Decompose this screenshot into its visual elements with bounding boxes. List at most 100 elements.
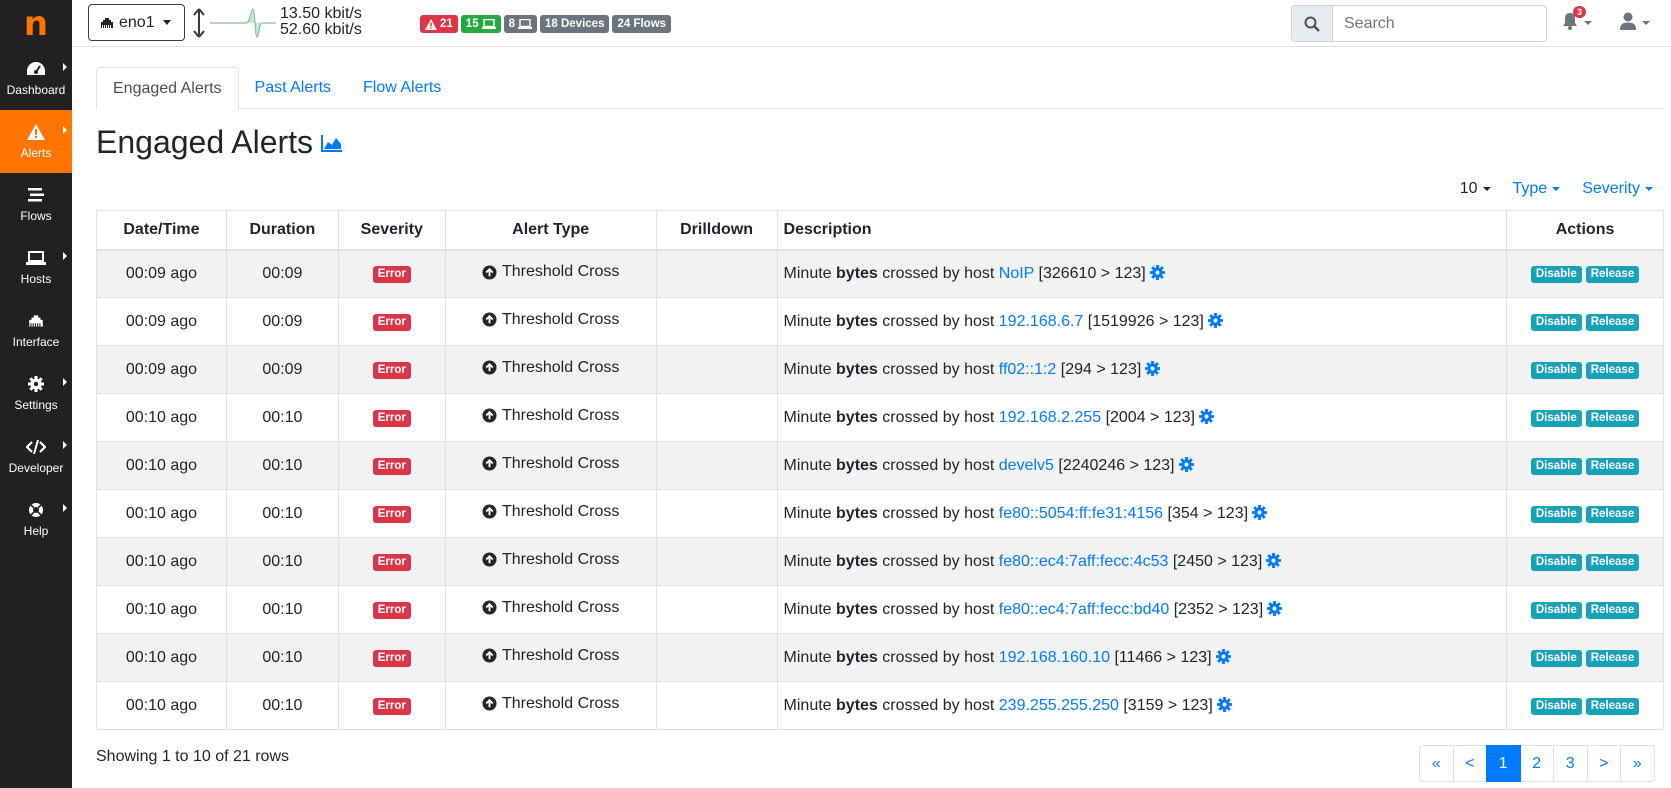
alerts-badge[interactable]: 21 [420, 15, 458, 33]
sidebar-item-label: Alerts [20, 146, 52, 160]
column-header-drilldown[interactable]: Drilldown [655, 210, 778, 251]
host-link[interactable]: ff02::1:2 [999, 361, 1057, 378]
actions-cell: Disable Release [1506, 585, 1664, 634]
column-header-datetime[interactable]: Date/Time [96, 210, 227, 251]
host-link[interactable]: fe80::ec4:7aff:fecc:bd40 [999, 601, 1170, 618]
next-page-button[interactable]: > [1586, 745, 1621, 782]
disable-button[interactable]: Disable [1530, 266, 1582, 284]
gear-icon[interactable] [1266, 552, 1282, 568]
disable-button[interactable]: Disable [1530, 698, 1582, 715]
host-link[interactable]: 239.255.255.250 [999, 697, 1119, 714]
sidebar-item-hosts[interactable]: Hosts [0, 236, 72, 299]
last-page-button[interactable]: » [1620, 745, 1655, 782]
table-row: 00:10 ago 00:10 Error Threshold Cross Minute… [96, 441, 1664, 490]
page-2-button[interactable]: 2 [1519, 745, 1554, 782]
disable-button[interactable]: Disable [1530, 410, 1582, 427]
gear-icon[interactable] [1149, 264, 1165, 280]
page-1-button[interactable]: 1 [1486, 745, 1521, 782]
host-link[interactable]: 192.168.160.10 [999, 649, 1110, 666]
prev-page-button[interactable]: < [1452, 745, 1487, 782]
gear-icon[interactable] [1145, 360, 1161, 376]
table-row: 00:09 ago 00:09 Error Threshold Cross Minute… [96, 345, 1664, 394]
datetime-cell: 00:09 ago [96, 345, 227, 394]
host-link[interactable]: develv5 [999, 457, 1054, 474]
status-badges: 21 15 8 18 Devices 24 Flows [420, 15, 672, 33]
sidebar-item-help[interactable]: Help [0, 488, 72, 551]
sidebar-item-interface[interactable]: Interface [0, 299, 72, 362]
release-button[interactable]: Release [1585, 314, 1640, 331]
release-button[interactable]: Release [1585, 602, 1640, 619]
threshold-value: [2352 > 123] [1173, 600, 1264, 618]
devices-badge[interactable]: 18 Devices [540, 15, 610, 33]
severity-badge: Error [372, 266, 411, 284]
gear-icon[interactable] [1216, 696, 1232, 712]
page-size-dropdown[interactable]: 10 [1460, 180, 1491, 198]
sidebar-item-settings[interactable]: Settings [0, 362, 72, 425]
release-button[interactable]: Release [1585, 266, 1640, 284]
severity-filter-dropdown[interactable]: Severity [1582, 180, 1653, 198]
drilldown-cell [655, 393, 778, 442]
user-icon[interactable] [1619, 12, 1637, 30]
sidebar-item-dashboard[interactable]: Dashboard [0, 47, 72, 110]
release-button[interactable]: Release [1585, 458, 1640, 475]
disable-button[interactable]: Disable [1530, 314, 1582, 331]
severity-cell: Error [337, 585, 446, 634]
gear-icon[interactable] [1207, 312, 1223, 328]
disable-button[interactable]: Disable [1530, 362, 1582, 379]
severity-badge: Error [372, 506, 411, 523]
column-header-alert-type[interactable]: Alert Type [444, 210, 657, 251]
host-link[interactable]: 192.168.6.7 [999, 313, 1084, 330]
area-chart-icon[interactable] [321, 134, 343, 152]
release-button[interactable]: Release [1585, 650, 1640, 667]
tab-engaged-alerts[interactable]: Engaged Alerts [96, 67, 239, 110]
gear-icon[interactable] [1267, 600, 1283, 616]
release-button[interactable]: Release [1585, 506, 1640, 523]
description-cell: Minute bytes crossed by host fe80::ec4:7… [776, 537, 1508, 586]
sidebar-item-alerts[interactable]: Alerts [0, 110, 72, 173]
alert-tabs: Engaged Alerts Past Alerts Flow Alerts [96, 67, 1664, 110]
topbar: eno1 13.50 kbit/s 52.60 kbit/s 21 15 8 1… [72, 0, 1671, 47]
release-button[interactable]: Release [1585, 554, 1640, 571]
first-page-button[interactable]: « [1419, 745, 1454, 782]
interface-selector[interactable]: eno1 [88, 4, 185, 41]
description-cell: Minute bytes crossed by host 192.168.2.2… [776, 393, 1508, 442]
arrow-circle-up-icon [482, 360, 497, 375]
release-button[interactable]: Release [1585, 410, 1640, 427]
column-header-severity[interactable]: Severity [337, 210, 446, 251]
gear-icon[interactable] [1198, 408, 1214, 424]
host-link[interactable]: NoIP [999, 265, 1034, 282]
ethernet-icon [101, 17, 113, 28]
gear-icon[interactable] [1178, 456, 1194, 472]
disable-button[interactable]: Disable [1530, 602, 1582, 619]
release-button[interactable]: Release [1585, 362, 1640, 379]
disable-button[interactable]: Disable [1530, 554, 1582, 571]
tab-flow-alerts[interactable]: Flow Alerts [347, 67, 457, 109]
column-header-duration[interactable]: Duration [225, 210, 339, 251]
ntopng-logo[interactable]: n [0, 0, 72, 47]
remote-hosts-badge[interactable]: 8 [503, 15, 537, 33]
tab-past-alerts[interactable]: Past Alerts [239, 67, 347, 109]
sidebar-item-developer[interactable]: Developer [0, 425, 72, 488]
host-link[interactable]: fe80::ec4:7aff:fecc:4c53 [999, 553, 1169, 570]
search-icon [1304, 16, 1320, 32]
search-input[interactable] [1332, 5, 1547, 42]
gear-icon[interactable] [1215, 648, 1231, 664]
page-3-button[interactable]: 3 [1553, 745, 1588, 782]
duration-cell: 00:09 [225, 249, 339, 298]
flows-badge[interactable]: 24 Flows [612, 15, 672, 33]
host-link[interactable]: fe80::5054:ff:fe31:4156 [999, 505, 1163, 522]
release-button[interactable]: Release [1585, 698, 1640, 715]
search-button[interactable] [1291, 5, 1332, 42]
gear-icon[interactable] [1252, 504, 1268, 520]
host-link[interactable]: 192.168.2.255 [999, 409, 1101, 426]
sidebar-item-flows[interactable]: Flows [0, 173, 72, 236]
type-filter-dropdown[interactable]: Type [1513, 180, 1561, 198]
local-hosts-badge[interactable]: 15 [460, 15, 501, 33]
disable-button[interactable]: Disable [1530, 650, 1582, 667]
column-header-description[interactable]: Description [776, 210, 1508, 251]
chevron-down-icon [1552, 187, 1561, 191]
interface-name: eno1 [119, 13, 155, 31]
gear-icon [26, 375, 46, 393]
disable-button[interactable]: Disable [1530, 458, 1582, 475]
disable-button[interactable]: Disable [1530, 506, 1582, 523]
